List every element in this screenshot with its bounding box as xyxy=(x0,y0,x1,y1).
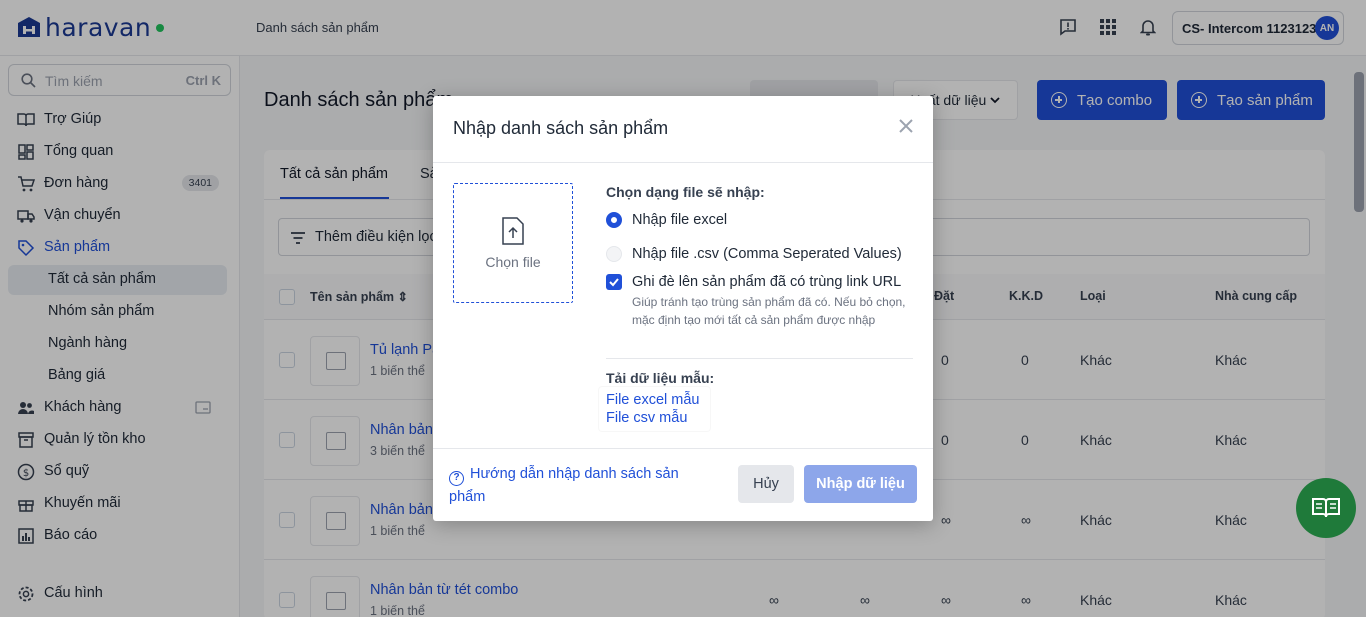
overwrite-label: Ghi đè lên sản phẩm đã có trùng link URL xyxy=(632,274,902,290)
choose-file-dropzone[interactable]: Chọn file xyxy=(453,183,573,303)
radio-csv[interactable] xyxy=(606,246,622,262)
modal-footer-divider xyxy=(433,448,933,449)
file-type-title: Chọn dạng file sẽ nhập: xyxy=(606,184,765,200)
modal-divider xyxy=(433,162,933,163)
radio-excel-label: Nhập file excel xyxy=(632,212,728,228)
sample-excel-link[interactable]: File excel mẫu xyxy=(606,392,699,408)
section-divider xyxy=(606,358,913,359)
import-guide-link[interactable]: ? Hướng dẫn nhập danh sách sản phẩm xyxy=(449,463,709,508)
import-products-modal: Nhập danh sách sản phẩm Chọn file Chọn d… xyxy=(433,96,933,521)
file-upload-icon xyxy=(502,217,524,245)
sample-data-title: Tải dữ liệu mẫu: xyxy=(606,370,715,386)
close-icon[interactable] xyxy=(894,114,918,138)
import-guide-label: Hướng dẫn nhập danh sách sản phẩm xyxy=(449,466,679,505)
import-data-button[interactable]: Nhập dữ liệu xyxy=(804,465,917,503)
overwrite-help-text: Giúp tránh tạo trùng sản phẩm đã có. Nếu… xyxy=(632,295,906,327)
modal-title: Nhập danh sách sản phẩm xyxy=(453,118,669,138)
help-circle-icon: ? xyxy=(449,471,464,486)
radio-csv-label: Nhập file .csv (Comma Seperated Values) xyxy=(632,246,902,262)
radio-csv-option[interactable]: Nhập file .csv (Comma Seperated Values) xyxy=(606,244,902,264)
choose-file-label: Chọn file xyxy=(485,254,541,270)
overwrite-checkbox[interactable] xyxy=(606,274,622,290)
overwrite-checkbox-option[interactable]: Ghi đè lên sản phẩm đã có trùng link URL xyxy=(606,272,901,292)
radio-excel[interactable] xyxy=(606,212,622,228)
radio-excel-option[interactable]: Nhập file excel xyxy=(606,210,727,230)
cancel-button[interactable]: Hủy xyxy=(738,465,794,503)
sample-csv-link[interactable]: File csv mẫu xyxy=(606,410,687,426)
open-book-icon xyxy=(1312,498,1340,518)
help-center-button[interactable] xyxy=(1296,478,1356,538)
check-icon xyxy=(609,278,619,287)
